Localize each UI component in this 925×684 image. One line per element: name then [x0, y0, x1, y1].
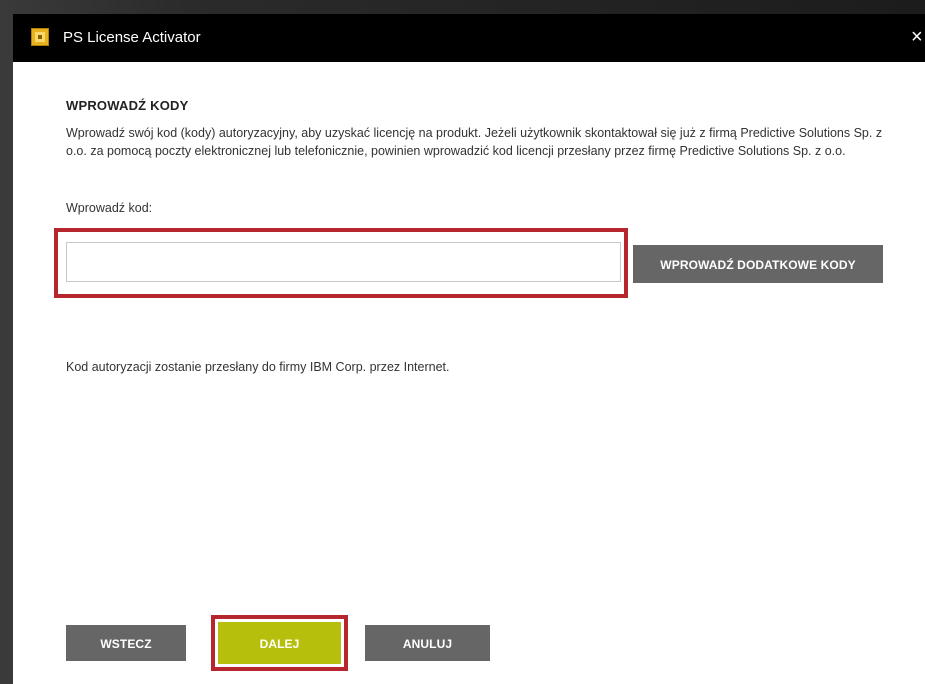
dialog-content: WPROWADŹ KODY Wprowadź swój kod (kody) a…: [13, 62, 925, 684]
code-input[interactable]: [66, 242, 621, 282]
back-button[interactable]: WSTECZ: [66, 625, 186, 661]
info-text: Kod autoryzacji zostanie przesłany do fi…: [66, 360, 450, 374]
cancel-button[interactable]: ANULUJ: [365, 625, 490, 661]
next-button[interactable]: DALEJ: [218, 622, 341, 664]
add-codes-button[interactable]: WPROWADŹ DODATKOWE KODY: [633, 245, 883, 283]
code-field-label: Wprowadź kod:: [66, 201, 153, 215]
window-left-border: [0, 14, 13, 684]
title-bar[interactable]: PS License Activator ×: [13, 14, 925, 62]
license-app-icon: [31, 28, 49, 46]
close-icon[interactable]: ×: [911, 24, 925, 50]
page-heading: WPROWADŹ KODY: [66, 98, 189, 113]
background-strip: [0, 0, 925, 14]
page-description: Wprowadź swój kod (kody) autoryzacyjny, …: [66, 126, 883, 158]
window-title: PS License Activator: [63, 29, 201, 46]
screen: PS License Activator × WPROWADŹ KODY Wpr…: [0, 0, 925, 684]
